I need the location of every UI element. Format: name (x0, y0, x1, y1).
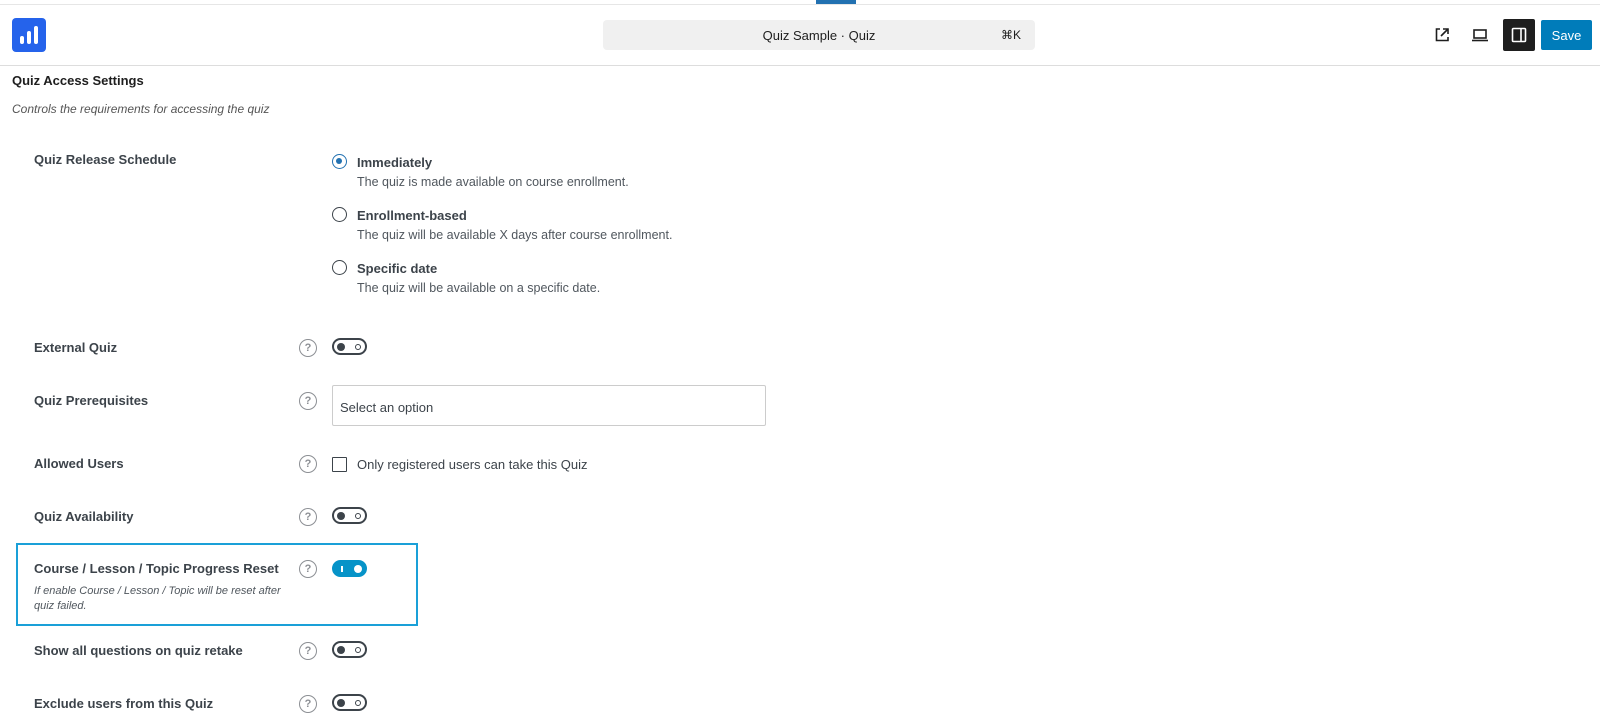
help-icon[interactable]: ? (299, 642, 317, 660)
radio-specific-date[interactable] (332, 260, 347, 275)
availability-label: Quiz Availability (34, 509, 134, 524)
laptop-icon (1472, 29, 1488, 42)
help-icon[interactable]: ? (299, 392, 317, 410)
editor-header: Quiz Sample · Quiz ⌘K Save (0, 0, 1600, 66)
view-post-button[interactable] (1426, 19, 1458, 51)
command-shortcut: ⌘K (1000, 28, 1021, 42)
top-divider (0, 4, 1600, 5)
sidebar-icon (1511, 27, 1527, 43)
prerequisites-select[interactable]: Select an option (332, 385, 766, 426)
option-enrollment-based-description: The quiz will be available X days after … (357, 228, 673, 242)
preview-button[interactable] (1464, 19, 1496, 51)
progress-reset-toggle[interactable] (332, 560, 367, 577)
help-icon[interactable]: ? (299, 455, 317, 473)
help-icon[interactable]: ? (299, 695, 317, 713)
external-quiz-toggle[interactable] (332, 338, 367, 355)
show-all-questions-label: Show all questions on quiz retake (34, 643, 243, 658)
command-palette-button[interactable]: Quiz Sample · Quiz ⌘K (603, 20, 1035, 50)
document-title: Quiz Sample · Quiz (762, 28, 876, 43)
option-immediately-label: Immediately (357, 155, 433, 170)
prerequisites-placeholder: Select an option (340, 400, 434, 415)
option-enrollment-based-label: Enrollment-based (357, 208, 467, 223)
allowed-users-label: Allowed Users (34, 456, 124, 471)
section-title: Quiz Access Settings (12, 73, 144, 88)
progress-reset-label: Course / Lesson / Topic Progress Reset (34, 561, 279, 576)
help-icon[interactable]: ? (299, 508, 317, 526)
radio-immediately[interactable] (332, 154, 347, 169)
option-immediately-description: The quiz is made available on course enr… (357, 175, 629, 189)
chart-logo-icon[interactable] (12, 18, 46, 52)
help-icon[interactable]: ? (299, 560, 317, 578)
exclude-users-label: Exclude users from this Quiz (34, 696, 214, 711)
registered-users-checkbox-label: Only registered users can take this Quiz (357, 457, 588, 472)
active-indicator (816, 0, 856, 4)
show-all-questions-toggle[interactable] (332, 641, 367, 658)
registered-users-checkbox[interactable] (332, 457, 347, 472)
progress-reset-description: If enable Course / Lesson / Topic will b… (34, 585, 281, 612)
option-specific-date-label: Specific date (357, 261, 438, 276)
help-icon[interactable]: ? (299, 339, 317, 357)
release-schedule-label: Quiz Release Schedule (34, 152, 177, 167)
external-link-icon (1435, 28, 1449, 42)
external-quiz-label: External Quiz (34, 340, 118, 355)
section-description: Controls the requirements for accessing … (12, 102, 270, 116)
settings-sidebar-toggle[interactable] (1503, 19, 1535, 51)
option-specific-date-description: The quiz will be available on a specific… (357, 281, 601, 295)
exclude-users-toggle[interactable] (332, 694, 367, 711)
save-button[interactable]: Save (1541, 20, 1592, 50)
radio-enrollment-based[interactable] (332, 207, 347, 222)
prerequisites-label: Quiz Prerequisites (34, 393, 149, 408)
availability-toggle[interactable] (332, 507, 367, 524)
